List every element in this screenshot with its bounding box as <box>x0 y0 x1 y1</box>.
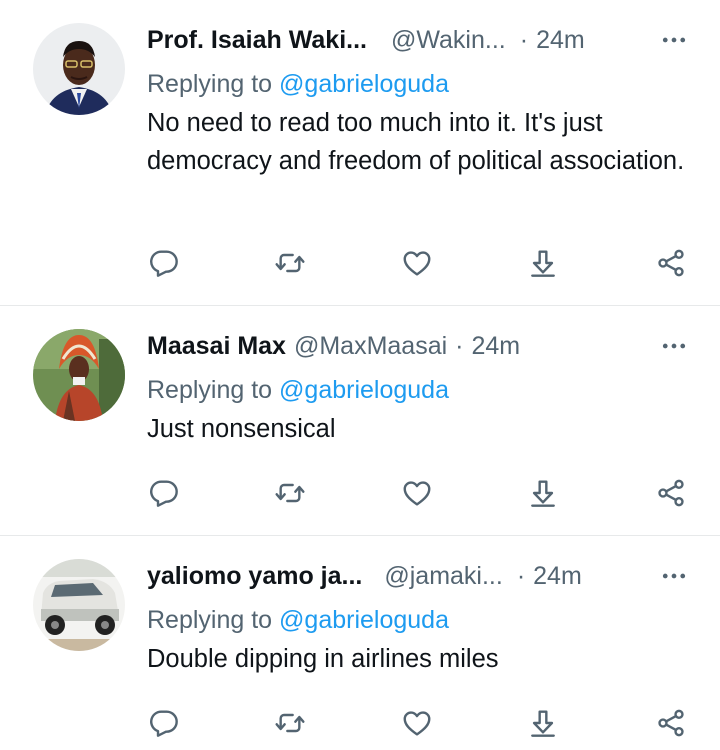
separator-dot: · <box>519 25 529 54</box>
more-icon[interactable] <box>656 559 692 593</box>
retweet-icon <box>274 707 306 739</box>
avatar[interactable] <box>33 329 125 421</box>
mention-link[interactable]: @gabrieloguda <box>279 376 449 404</box>
replying-to: Replying to @gabrieloguda <box>147 373 692 407</box>
reply-icon <box>148 707 180 739</box>
download-button[interactable] <box>523 703 563 743</box>
author-name[interactable]: Maasai Max <box>147 332 286 361</box>
like-icon <box>401 707 433 739</box>
author-name[interactable]: yaliomo yamo ja... <box>147 562 362 591</box>
share-button[interactable] <box>651 703 691 743</box>
more-icon[interactable] <box>656 329 692 363</box>
tweet-actions <box>0 473 720 513</box>
timestamp[interactable]: 24m <box>472 332 521 361</box>
like-button[interactable] <box>397 243 437 283</box>
retweet-icon <box>274 477 306 509</box>
tweet-actions <box>0 243 720 283</box>
retweet-button[interactable] <box>270 243 310 283</box>
retweet-button[interactable] <box>270 473 310 513</box>
reply-button[interactable] <box>144 703 184 743</box>
like-button[interactable] <box>397 473 437 513</box>
tweet[interactable]: yaliomo yamo ja... @jamaki... · 24m Repl… <box>0 535 720 750</box>
reply-button[interactable] <box>144 473 184 513</box>
share-icon <box>655 477 687 509</box>
tweet-actions <box>0 703 720 743</box>
download-button[interactable] <box>523 473 563 513</box>
avatar-image <box>33 23 125 115</box>
download-icon <box>527 477 559 509</box>
tweet-text: Just nonsensical <box>147 415 336 443</box>
more-icon[interactable] <box>656 23 692 57</box>
replying-to-label: Replying to <box>147 606 273 634</box>
replying-to-label: Replying to <box>147 376 273 404</box>
tweet-text: No need to read too much into it. It's j… <box>147 109 685 175</box>
download-icon <box>527 707 559 739</box>
separator-dot: · <box>516 561 526 590</box>
tweet[interactable]: Prof. Isaiah Waki... @Wakin... · 24m Rep… <box>0 0 720 305</box>
avatar-image <box>33 559 125 651</box>
reply-button[interactable] <box>144 243 184 283</box>
share-button[interactable] <box>651 473 691 513</box>
author-handle[interactable]: @jamaki... <box>384 562 502 591</box>
download-button[interactable] <box>523 243 563 283</box>
separator-dot: · <box>455 331 464 360</box>
retweet-icon <box>274 247 306 279</box>
avatar[interactable] <box>33 23 125 115</box>
replying-to: Replying to @gabrieloguda <box>147 67 692 101</box>
retweet-button[interactable] <box>270 703 310 743</box>
download-icon <box>527 247 559 279</box>
reply-icon <box>148 247 180 279</box>
avatar[interactable] <box>33 559 125 651</box>
like-button[interactable] <box>397 703 437 743</box>
like-icon <box>401 247 433 279</box>
author-handle[interactable]: @Wakin... <box>391 26 506 55</box>
replying-to-label: Replying to <box>147 70 273 98</box>
author-handle[interactable]: @MaxMaasai <box>294 332 447 361</box>
timestamp[interactable]: 24m <box>536 26 585 55</box>
author-name[interactable]: Prof. Isaiah Waki... <box>147 26 367 55</box>
timestamp[interactable]: 24m <box>533 562 582 591</box>
share-button[interactable] <box>651 243 691 283</box>
share-icon <box>655 707 687 739</box>
tweet-text: Double dipping in airlines miles <box>147 645 499 673</box>
tweet[interactable]: Maasai Max @MaxMaasai · 24m Replying to … <box>0 305 720 535</box>
mention-link[interactable]: @gabrieloguda <box>279 70 449 98</box>
share-icon <box>655 247 687 279</box>
mention-link[interactable]: @gabrieloguda <box>279 606 449 634</box>
reply-icon <box>148 477 180 509</box>
avatar-image <box>33 329 125 421</box>
replying-to: Replying to @gabrieloguda <box>147 603 692 637</box>
like-icon <box>401 477 433 509</box>
